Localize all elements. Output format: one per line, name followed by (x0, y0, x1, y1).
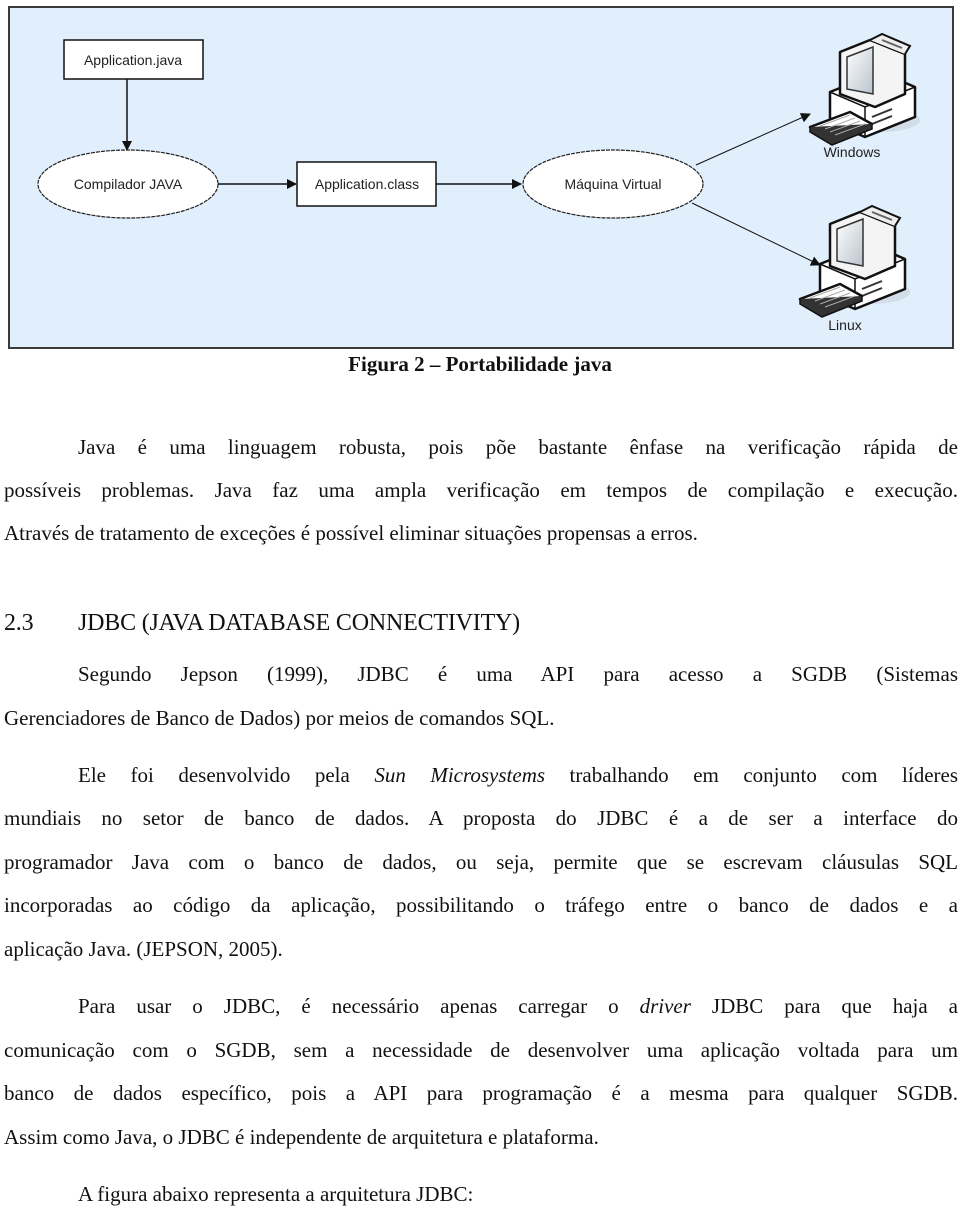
paragraph4-line-4: Assim como Java, o JDBC é independente d… (4, 1125, 599, 1149)
node-maquina-virtual: Máquina Virtual (522, 149, 704, 219)
section-title: JDBC (JAVA DATABASE CONNECTIVITY) (78, 610, 520, 636)
paragraph5-text: A figura abaixo representa a arquitetura… (78, 1182, 474, 1206)
node-label: Compilador JAVA (74, 176, 183, 192)
figure-caption: Figura 2 – Portabilidade java (348, 352, 612, 376)
paragraph1-line-1: Java é uma linguagem robusta, pois põe b… (78, 435, 958, 459)
text-span: JDBC para que haja a (690, 994, 959, 1018)
paragraph3-line-2: mundiais no setor de banco de dados. A p… (4, 806, 958, 830)
paragraph4-line-3: banco de dados específico, pois a API pa… (4, 1081, 958, 1105)
paragraph-line: Segundo Jepson (1999), JDBC é uma API pa… (4, 653, 958, 697)
italic-term: driver (639, 994, 691, 1018)
paragraph2-line-1: Segundo Jepson (1999), JDBC é uma API pa… (78, 662, 958, 686)
paragraph-line: Para usar o JDBC, é necessário apenas ca… (4, 985, 958, 1029)
paragraph3-line-4: incorporadas ao código da aplicação, pos… (4, 893, 958, 917)
paragraph3-line-5: aplicação Java. (JEPSON, 2005). (4, 937, 283, 961)
node-compilador-java: Compilador JAVA (37, 149, 219, 219)
text-span: Ele foi desenvolvido pela (78, 763, 375, 787)
node-application-class: Application.class (296, 161, 437, 207)
paragraph3-line-3: programador Java com o banco de dados, o… (4, 850, 958, 874)
portability-diagram: Application.java Compilador JAVA Applica… (8, 6, 954, 349)
edge-vm-to-windows (695, 113, 811, 166)
computer-icon (798, 204, 912, 319)
node-label: Máquina Virtual (564, 176, 661, 192)
node-application-java: Application.java (63, 39, 204, 80)
text-span: Para usar o JDBC, é necessário apenas ca… (78, 994, 640, 1018)
paragraph1-line-2: possíveis problemas. Java faz uma ampla … (4, 478, 958, 502)
computer-icon (808, 32, 922, 147)
section-heading: 2.3 JDBC (JAVA DATABASE CONNECTIVITY) (4, 610, 520, 637)
diagram-canvas: Application.java Compilador JAVA Applica… (37, 32, 922, 333)
node-label: Application.java (84, 52, 182, 68)
text-span: trabalhando em conjunto com líderes (545, 763, 959, 787)
edge-vm-to-linux (691, 202, 821, 266)
windows-label: Windows (824, 144, 881, 160)
node-label: Application.class (315, 176, 419, 192)
section-number: 2.3 (4, 610, 34, 636)
paragraph-line: Java é uma linguagem robusta, pois põe b… (4, 426, 958, 470)
paragraph4-line-2: comunicação com o SGDB, sem a necessidad… (4, 1038, 958, 1062)
paragraph2-line-2: Gerenciadores de Banco de Dados) por mei… (4, 706, 555, 730)
italic-term: Sun Microsystems (374, 763, 546, 787)
linux-label: Linux (828, 317, 861, 333)
paragraph-line: Ele foi desenvolvido pela Sun Microsyste… (4, 754, 958, 798)
paragraph-line: A figura abaixo representa a arquitetura… (4, 1173, 958, 1217)
paragraph1-line-3: Através de tratamento de exceções é poss… (4, 521, 698, 545)
